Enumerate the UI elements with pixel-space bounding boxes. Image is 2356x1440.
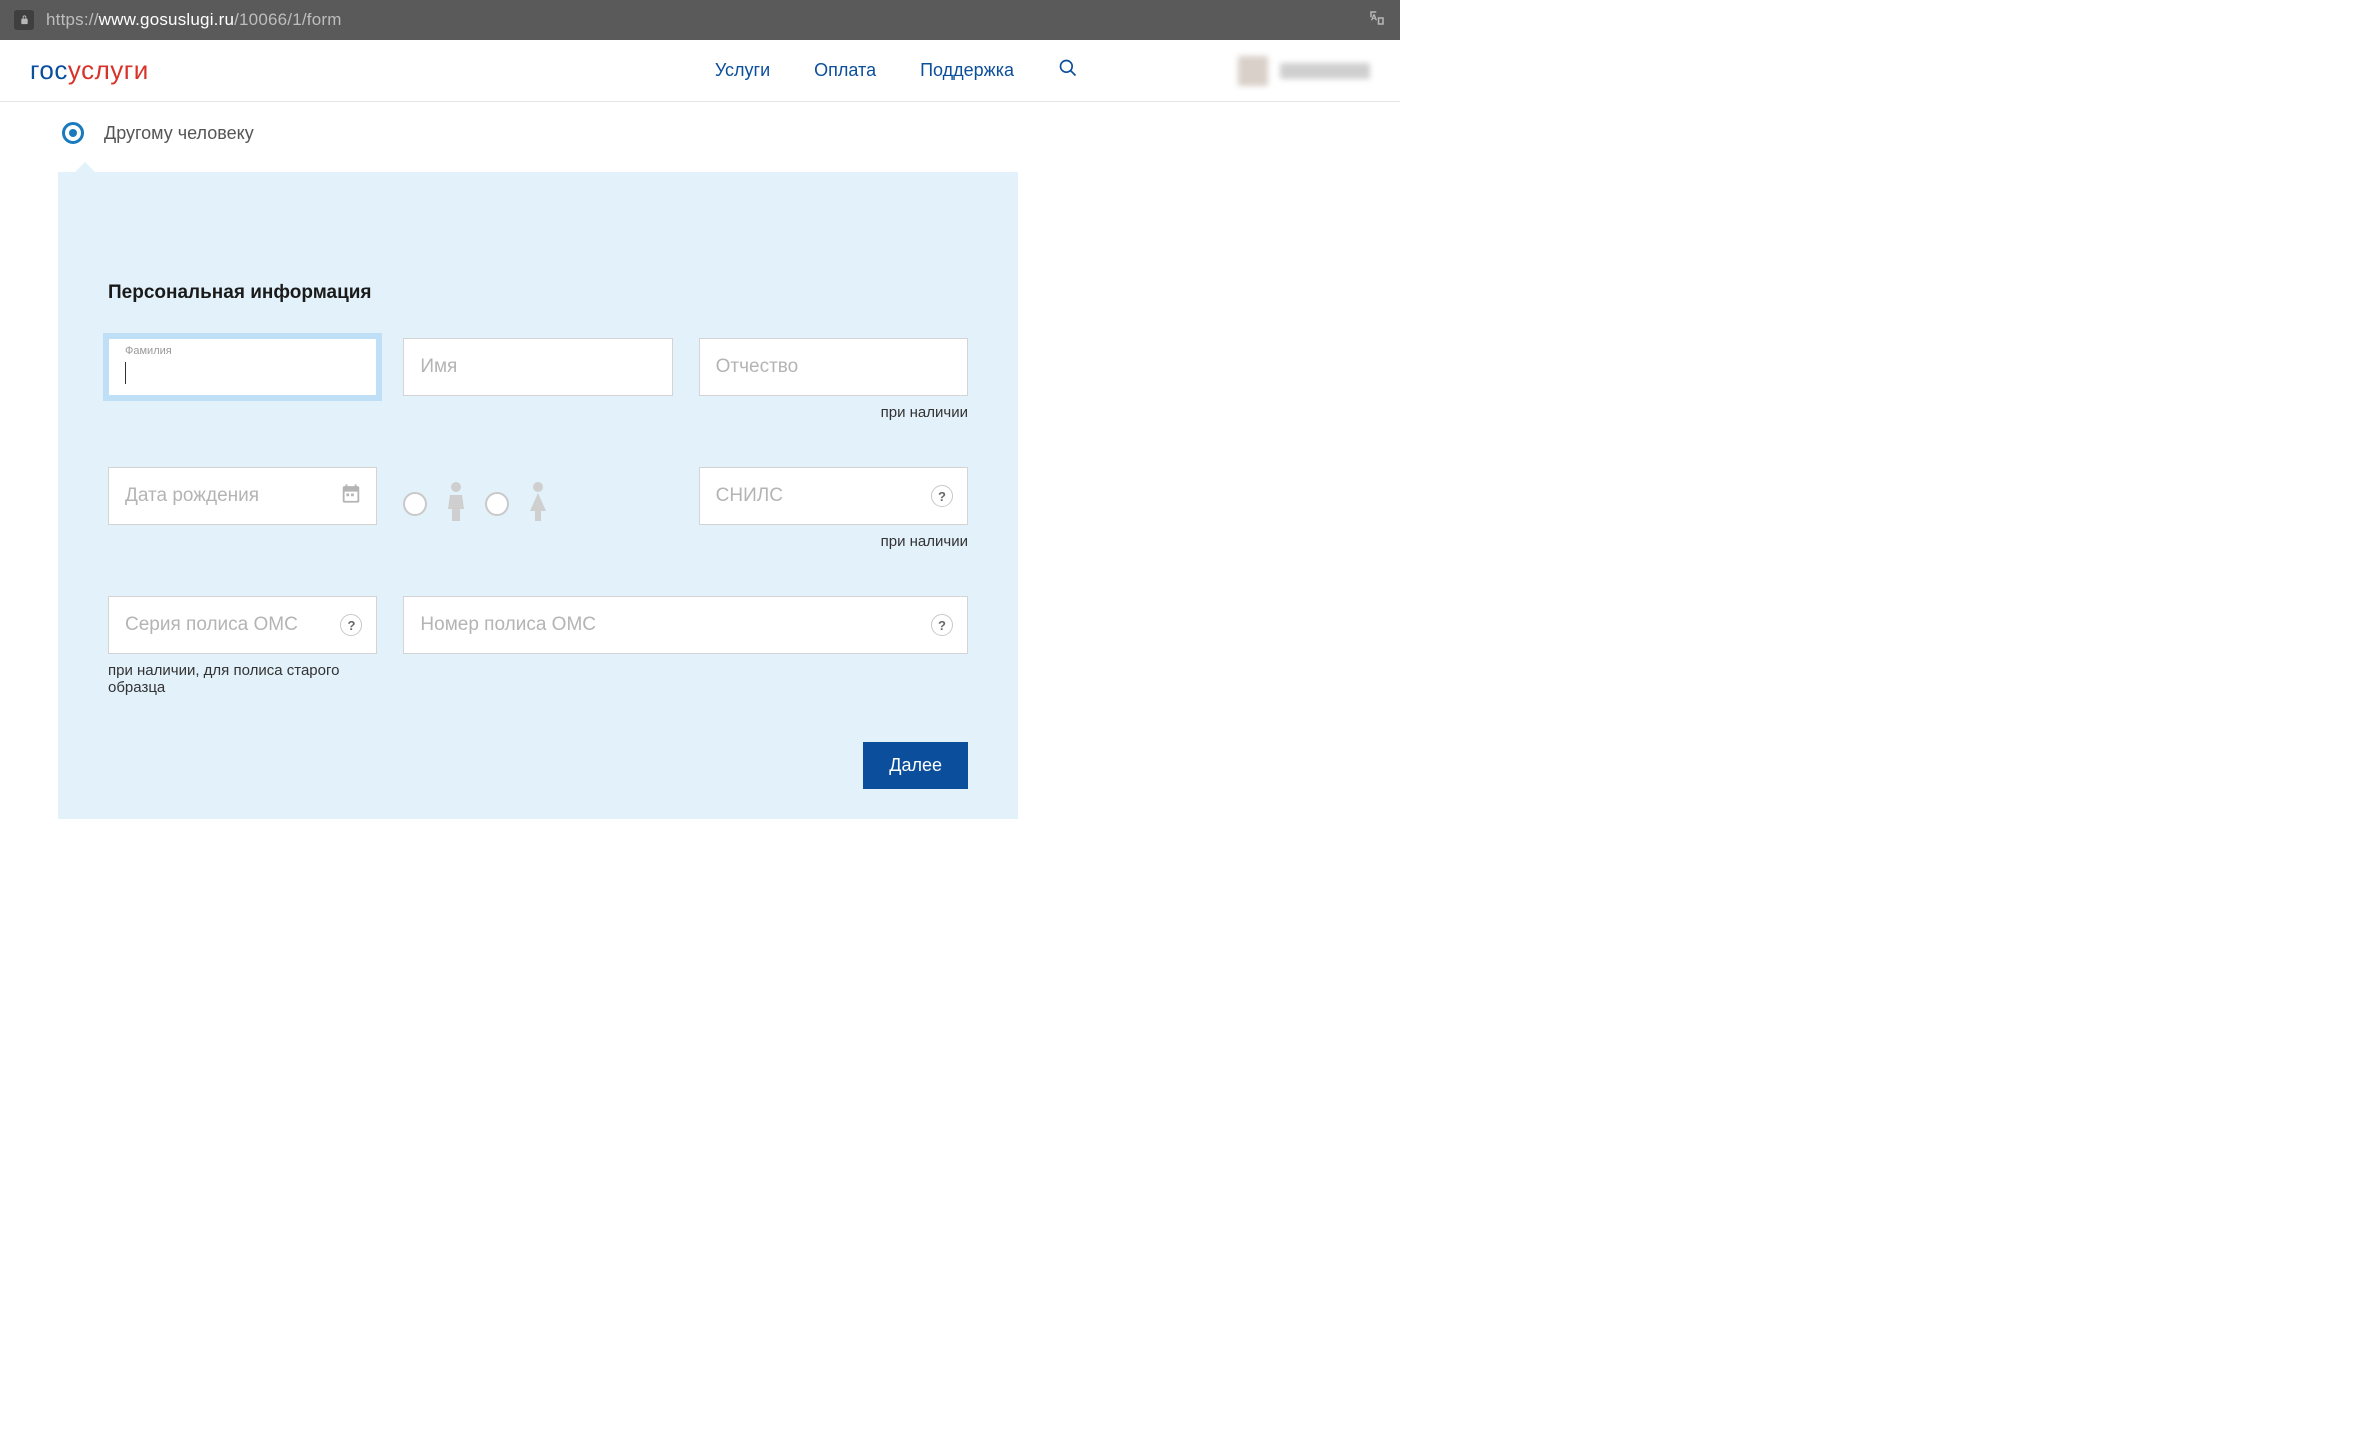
nav-services[interactable]: Услуги xyxy=(715,60,770,81)
translate-icon[interactable] xyxy=(1368,9,1386,32)
male-icon xyxy=(443,481,469,526)
gender-male-radio[interactable] xyxy=(403,492,427,516)
user-name xyxy=(1280,63,1370,79)
female-icon xyxy=(525,481,551,526)
oms-series-field[interactable]: Серия полиса ОМС ? xyxy=(108,596,377,654)
snils-field[interactable]: СНИЛС ? xyxy=(699,467,968,525)
nav-payment[interactable]: Оплата xyxy=(814,60,876,81)
oms-series-hint: при наличии, для полиса старого образца xyxy=(108,662,377,696)
main-nav: Услуги Оплата Поддержка xyxy=(715,58,1078,83)
radio-other-person[interactable] xyxy=(62,122,84,144)
surname-field[interactable]: Фамилия xyxy=(108,338,377,396)
nav-support[interactable]: Поддержка xyxy=(920,60,1014,81)
birthdate-field[interactable]: Дата рождения xyxy=(108,467,377,525)
browser-address-bar: https://www.gosuslugi.ru/10066/1/form xyxy=(0,0,1400,40)
name-field[interactable]: Имя xyxy=(403,338,672,396)
user-menu[interactable] xyxy=(1238,56,1370,86)
oms-number-help-icon[interactable]: ? xyxy=(931,614,953,636)
gender-female-radio[interactable] xyxy=(485,492,509,516)
patronymic-field[interactable]: Отчество xyxy=(699,338,968,396)
section-title: Персональная информация xyxy=(108,282,968,304)
snils-hint: при наличии xyxy=(699,533,968,550)
radio-other-person-label: Другому человеку xyxy=(104,123,254,144)
submit-button[interactable]: Далее xyxy=(863,742,968,789)
text-caret xyxy=(125,362,126,384)
surname-label: Фамилия xyxy=(125,345,172,357)
avatar xyxy=(1238,56,1268,86)
patronymic-hint: при наличии xyxy=(699,404,968,421)
calendar-icon[interactable] xyxy=(340,483,362,510)
oms-series-help-icon[interactable]: ? xyxy=(340,614,362,636)
site-logo[interactable]: госуслуги xyxy=(30,55,149,86)
search-icon[interactable] xyxy=(1058,58,1078,83)
url-display[interactable]: https://www.gosuslugi.ru/10066/1/form xyxy=(46,10,1356,30)
site-header: госуслуги Услуги Оплата Поддержка xyxy=(0,40,1400,102)
form-panel: Персональная информация Фамилия Имя Отче… xyxy=(58,172,1018,819)
oms-number-field[interactable]: Номер полиса ОМС ? xyxy=(403,596,968,654)
recipient-radio-row: Другому человеку xyxy=(62,122,1362,144)
lock-icon xyxy=(14,10,34,30)
snils-help-icon[interactable]: ? xyxy=(931,485,953,507)
